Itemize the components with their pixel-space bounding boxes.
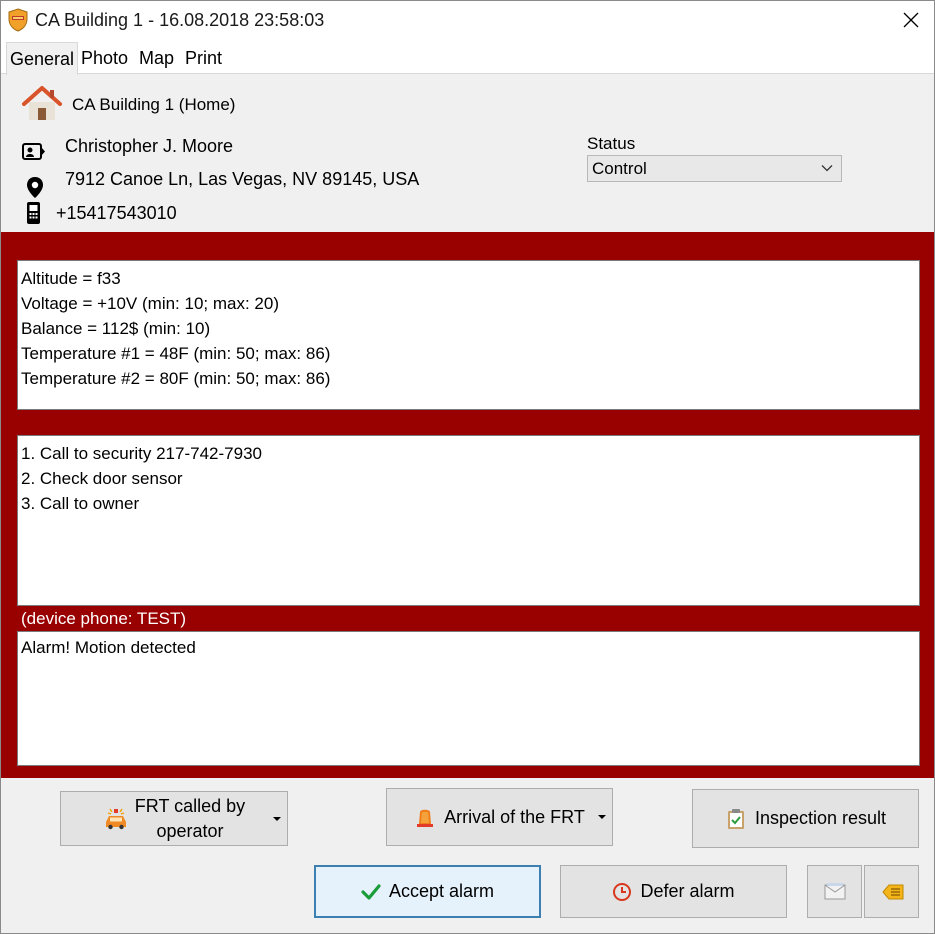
owner-address: 7912 Canoe Ln, Las Vegas, NV 89145, USA [65,169,420,189]
defer-alarm-label: Defer alarm [640,881,735,901]
instructions-box[interactable]: 1. Call to security 217-742-7930 2. Chec… [17,435,920,606]
sensor-line: Altitude = f33 [21,269,121,288]
frt-called-label-line1: FRT called by [134,795,246,816]
frt-called-label-line2: operator [156,820,224,841]
inspection-result-button[interactable]: Inspection result [692,789,919,848]
alarm-message: Alarm! Motion detected [21,638,196,657]
tab-photo[interactable]: Photo [78,45,131,74]
envelope-icon [824,882,845,899]
title-bar: CA Building 1 - 16.08.2018 23:58:03 [1,1,934,41]
tab-general[interactable]: General [6,42,79,75]
status-dropdown[interactable]: Control [587,155,842,182]
sensor-readings-box[interactable]: Altitude = f33 Voltage = +10V (min: 10; … [17,260,920,410]
mobile-phone-icon [27,202,40,224]
device-phone-label: (device phone: TEST) [21,609,187,628]
status-value: Control [592,159,647,178]
instruction-line: 3. Call to owner [21,494,140,513]
window-title: CA Building 1 - 16.08.2018 23:58:03 [35,10,325,30]
defer-alarm-button[interactable]: Defer alarm [560,865,787,918]
checkmark-icon [361,883,381,900]
sensor-line: Temperature #2 = 80F (min: 50; max: 86) [21,369,331,388]
arrival-frt-label: Arrival of the FRT [444,806,585,827]
sensor-line: Temperature #1 = 48F (min: 50; max: 86) [21,344,331,363]
sensor-line: Balance = 112$ (min: 10) [21,319,211,338]
forward-note-icon [881,884,903,899]
alarm-window: CA Building 1 - 16.08.2018 23:58:03 Gene… [0,0,935,934]
clock-icon [613,882,632,901]
dropdown-arrow-icon [598,815,606,819]
arrival-frt-button[interactable]: Arrival of the FRT [386,788,613,846]
instruction-line: 1. Call to security 217-742-7930 [21,444,262,463]
tab-print[interactable]: Print [182,45,225,74]
dropdown-arrow-icon [273,816,281,821]
accept-alarm-button[interactable]: Accept alarm [314,865,541,918]
chevron-down-icon [821,165,833,172]
sensor-line: Voltage = +10V (min: 10; max: 20) [21,294,279,313]
tab-map[interactable]: Map [136,45,177,74]
alarm-message-box[interactable]: Alarm! Motion detected [17,631,920,766]
car-siren-icon [105,808,126,829]
shield-icon [8,8,28,32]
accept-alarm-label: Accept alarm [388,881,495,901]
owner-phone: +15417543010 [56,203,177,223]
close-icon [903,12,919,28]
close-button[interactable] [888,1,934,39]
tab-bar: General Photo Map Print [1,41,934,75]
alarm-panel: Altitude = f33 Voltage = +10V (min: 10; … [1,232,934,778]
inspection-result-label: Inspection result [754,808,887,828]
object-name: CA Building 1 (Home) [72,95,236,114]
status-label: Status [587,134,636,153]
warning-light-icon [417,809,434,827]
forward-button[interactable] [864,865,919,918]
contact-card-icon [22,143,45,160]
mail-button[interactable] [807,865,862,918]
clipboard-check-icon [727,808,744,829]
owner-name: Christopher J. Moore [65,136,234,156]
frt-called-button[interactable]: FRT called by operator [60,791,288,846]
house-icon [22,86,62,120]
instruction-line: 2. Check door sensor [21,469,183,488]
location-pin-icon [27,177,43,198]
